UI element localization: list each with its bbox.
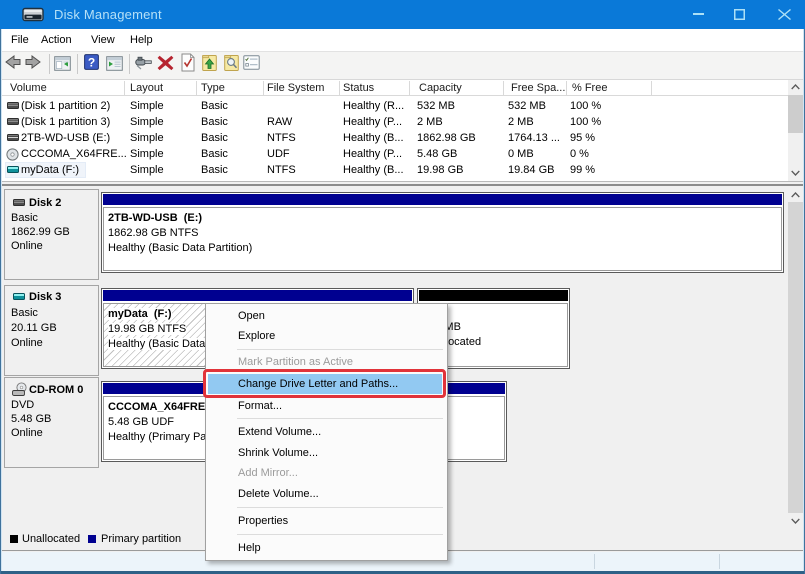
svg-text:?: ? (88, 56, 95, 70)
